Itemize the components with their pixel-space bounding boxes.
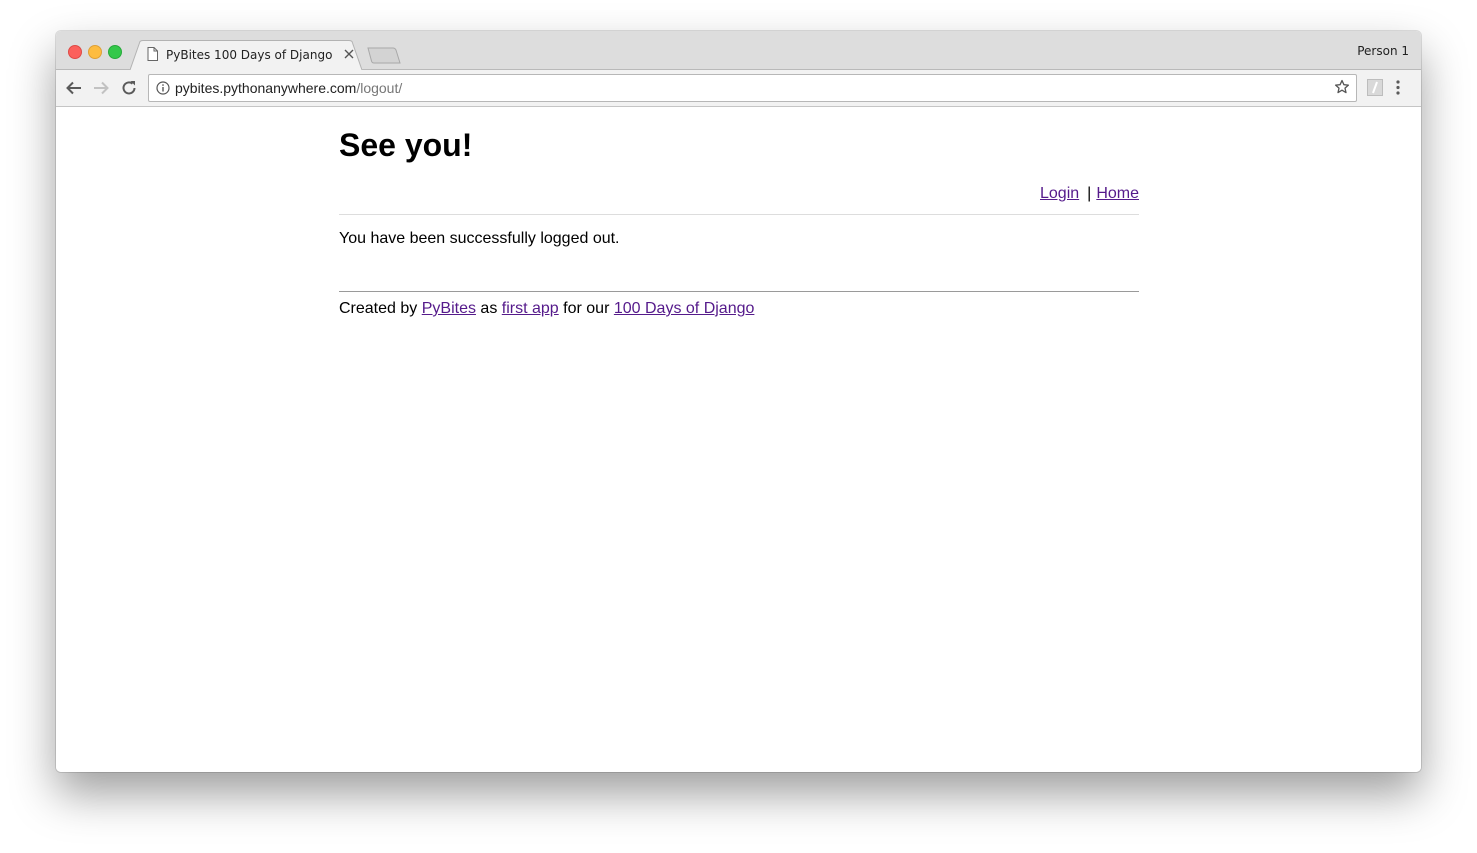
url-host: pybites.pythonanywhere.com bbox=[175, 80, 357, 96]
maximize-window-button[interactable] bbox=[108, 45, 122, 59]
top-nav: Login | Home bbox=[1040, 185, 1139, 203]
new-tab-button[interactable] bbox=[367, 47, 401, 69]
footer-divider bbox=[339, 291, 1139, 292]
home-link[interactable]: Home bbox=[1096, 185, 1139, 202]
tab-title: PyBites 100 Days of Django bbox=[166, 48, 333, 62]
footer-as: as bbox=[480, 300, 498, 317]
extension-icon[interactable] bbox=[1367, 79, 1383, 101]
browser-menu-icon[interactable] bbox=[1396, 80, 1400, 100]
minimize-window-button[interactable] bbox=[88, 45, 102, 59]
active-tab[interactable]: PyBites 100 Days of Django bbox=[130, 40, 362, 70]
page-icon bbox=[147, 47, 158, 66]
page-viewport: See you! Login | Home You have been succes… bbox=[56, 107, 1421, 772]
profile-name[interactable]: Person 1 bbox=[1357, 44, 1409, 58]
bookmark-star-icon[interactable] bbox=[1334, 79, 1350, 100]
url-text[interactable]: pybites.pythonanywhere.com/logout/ bbox=[175, 80, 402, 96]
nav-separator: | bbox=[1087, 185, 1092, 202]
address-bar[interactable]: pybites.pythonanywhere.com/logout/ bbox=[148, 74, 1357, 102]
first-app-link[interactable]: first app bbox=[502, 300, 559, 317]
course-link[interactable]: 100 Days of Django bbox=[614, 300, 755, 317]
footer-prefix: Created by bbox=[339, 300, 418, 317]
info-icon[interactable] bbox=[156, 81, 170, 100]
browser-window: PyBites 100 Days of Django Person 1 pybi… bbox=[56, 31, 1421, 772]
footer: Created by PyBites as first app for our … bbox=[339, 300, 754, 318]
logout-message: You have been successfully logged out. bbox=[339, 230, 620, 247]
browser-toolbar: pybites.pythonanywhere.com/logout/ bbox=[56, 70, 1421, 107]
login-link[interactable]: Login bbox=[1040, 185, 1079, 202]
title-bar: PyBites 100 Days of Django Person 1 bbox=[56, 31, 1421, 70]
close-tab-icon[interactable] bbox=[343, 48, 355, 60]
pybites-link[interactable]: PyBites bbox=[422, 300, 476, 317]
back-arrow-icon[interactable] bbox=[65, 79, 83, 97]
header-divider bbox=[339, 214, 1139, 215]
page-title: See you! bbox=[339, 127, 473, 163]
reload-icon[interactable] bbox=[120, 79, 138, 97]
forward-arrow-icon[interactable] bbox=[92, 79, 110, 97]
close-window-button[interactable] bbox=[68, 45, 82, 59]
url-path: /logout/ bbox=[356, 80, 403, 96]
footer-for-our: for our bbox=[563, 300, 610, 317]
